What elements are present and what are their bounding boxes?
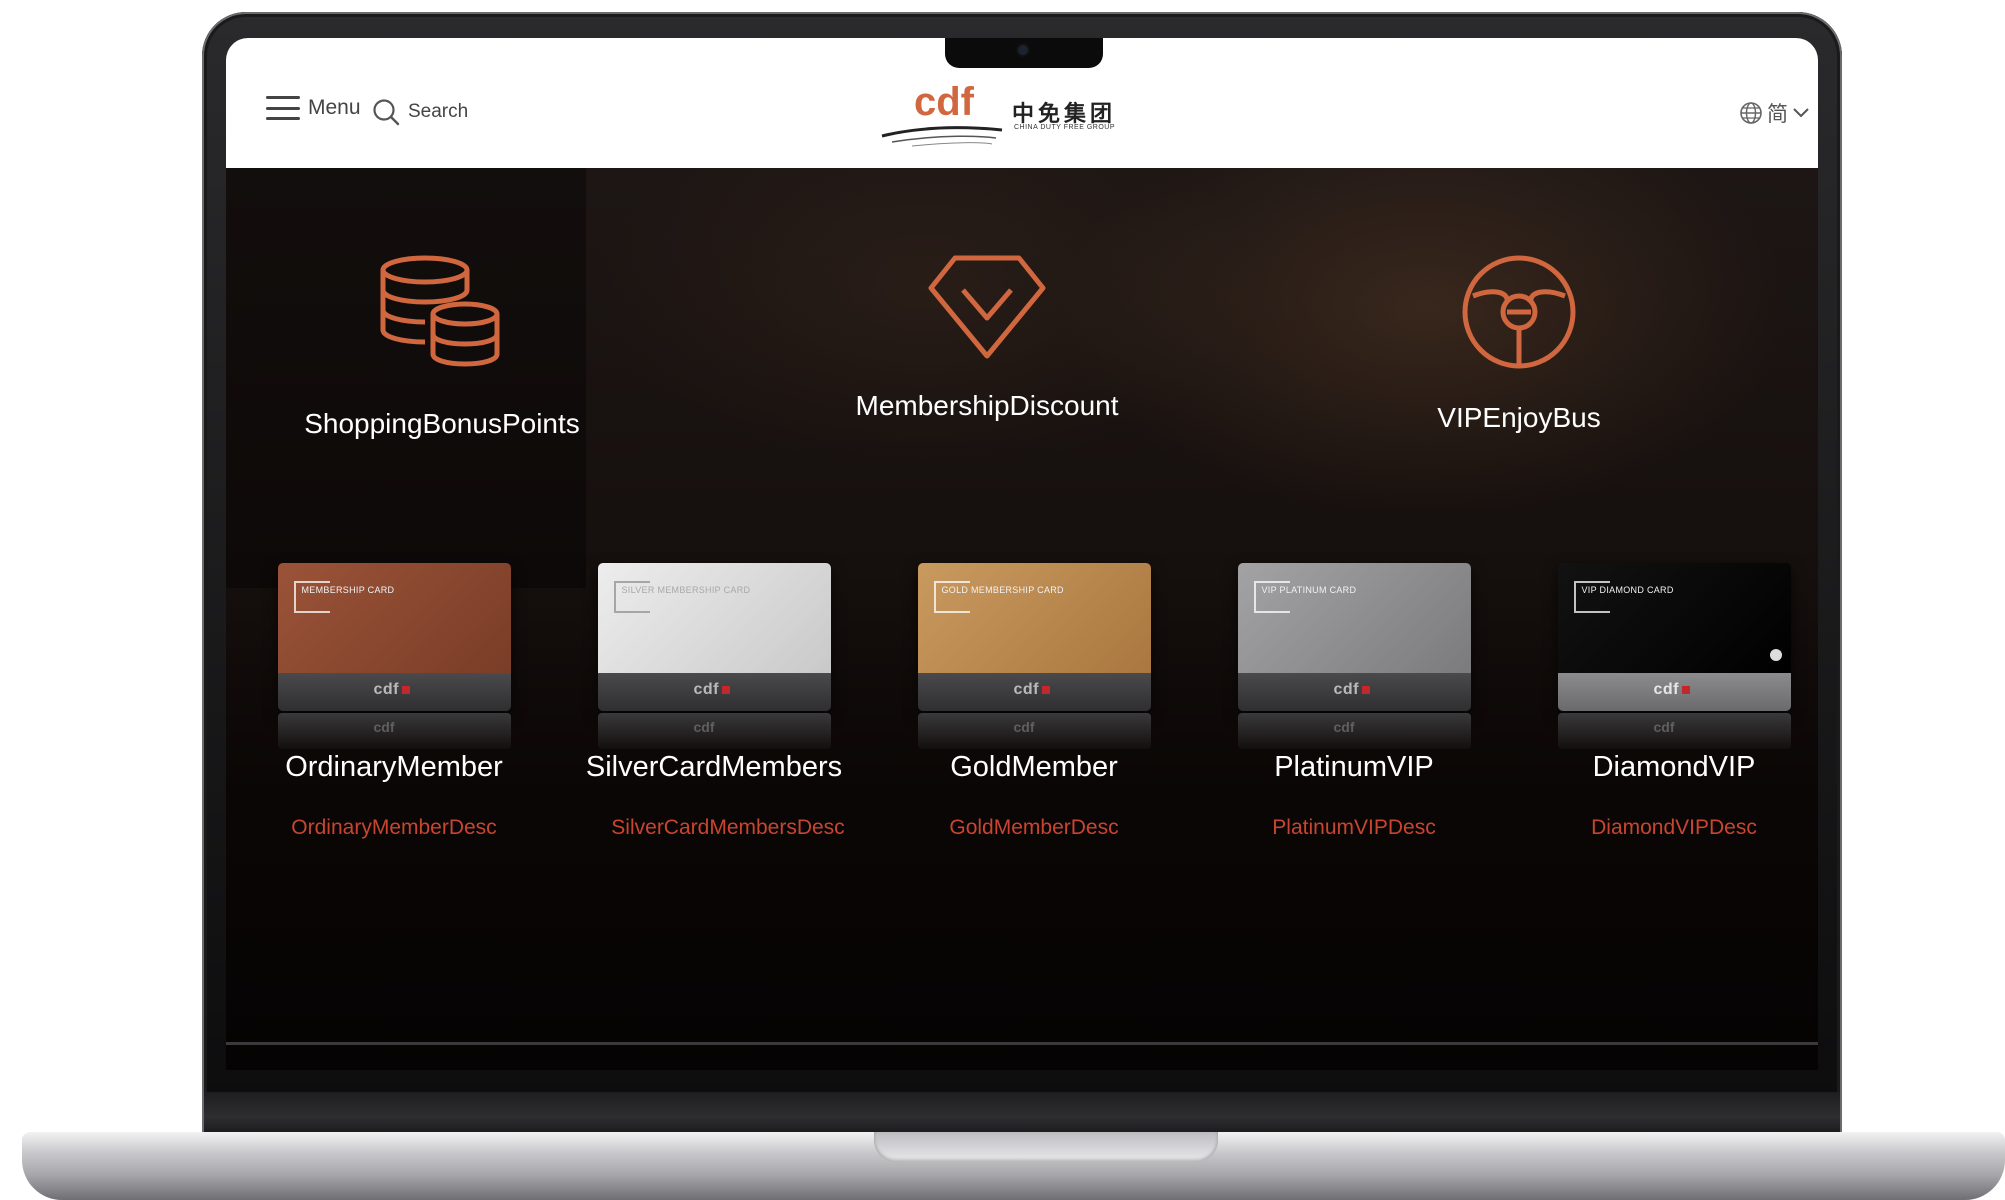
language-selector[interactable]: 简 [1739,98,1810,128]
benefit-label: MembershipDiscount [855,390,1119,421]
camera-notch [945,38,1103,68]
membership-card: VIP PLATINUM CARD cdf [1237,563,1471,711]
tier-ordinary-member[interactable]: MEMBERSHIP CARD cdf cdf OrdinaryMember O… [246,563,542,840]
card-reflection: cdf [277,713,511,749]
laptop-opening-notch [874,1132,1218,1162]
tier-description[interactable]: OrdinaryMemberDesc [246,816,542,840]
hamburger-icon [266,96,300,120]
steering-wheel-icon [1462,255,1576,369]
card-title: SILVER MEMBERSHIP CARD [621,585,751,595]
card-title: VIP PLATINUM CARD [1261,585,1357,595]
globe-icon [1740,102,1762,124]
card-reflection: cdf [917,713,1151,749]
card-brand: cdf [694,681,730,699]
card-title: VIP DIAMOND CARD [1581,585,1674,595]
card-chip-dot [1769,649,1782,661]
membership-card: MEMBERSHIP CARD cdf [277,563,511,711]
logo-english: CHINA DUTY FREE GROUP [1014,124,1115,131]
tier-gold-member[interactable]: GOLD MEMBERSHIP CARD cdf cdf GoldMember … [886,563,1182,840]
card-brand: cdf [1654,681,1690,699]
card-brand: cdf [1014,681,1050,699]
chevron-down-icon [1793,108,1809,118]
tier-silver-card-members[interactable]: SILVER MEMBERSHIP CARD cdf cdf SilverCar… [566,563,862,840]
camera-icon [1018,45,1028,55]
membership-card: GOLD MEMBERSHIP CARD cdf [917,563,1151,711]
card-reflection: cdf [597,713,831,749]
card-title: MEMBERSHIP CARD [301,585,395,595]
tier-name: DiamondVIP [1592,751,1756,783]
laptop-bottom-bezel [204,1092,1840,1134]
benefit-membership-discount[interactable]: MembershipDiscount [787,252,1187,422]
tier-description[interactable]: GoldMemberDesc [886,816,1182,840]
membership-card: VIP DIAMOND CARD cdf [1557,563,1791,711]
search-button[interactable]: Search [372,98,468,126]
logo-text: cdf [914,80,974,124]
tier-description[interactable]: PlatinumVIPDesc [1206,816,1502,840]
screen: Menu Search cdf 中免集团 CHINA DUTY FREE GRO… [226,38,1818,1070]
card-reflection: cdf [1237,713,1471,749]
tier-name: GoldMember [950,751,1118,783]
tier-description[interactable]: DiamondVIPDesc [1526,816,1818,840]
benefit-shopping-points[interactable]: ShoppingBonusPoints [242,252,642,440]
language-label: 简 [1767,103,1788,126]
card-brand: cdf [374,681,410,699]
cdf-logo[interactable]: cdf 中免集团 CHINA DUTY FREE GROUP [872,80,1132,154]
coins-stack-icon [380,255,500,367]
membership-card: SILVER MEMBERSHIP CARD cdf [597,563,831,711]
menu-button[interactable]: Menu [266,96,361,120]
search-label: Search [408,101,469,122]
tier-name: PlatinumVIP [1274,751,1434,783]
benefit-label: VIPEnjoyBus [1437,402,1601,433]
tier-platinum-vip[interactable]: VIP PLATINUM CARD cdf cdf PlatinumVIP Pl… [1206,563,1502,840]
laptop-base [22,1132,2005,1200]
menu-label: Menu [308,96,361,119]
tier-name: SilverCardMembers [585,751,843,783]
benefit-vip-bus[interactable]: VIPEnjoyBus [1319,252,1719,434]
screen-divider [226,1042,1818,1045]
tier-diamond-vip[interactable]: VIP DIAMOND CARD cdf cdf DiamondVIP Diam… [1526,563,1818,840]
card-brand: cdf [1334,681,1370,699]
benefit-label: ShoppingBonusPoints [304,408,580,439]
tier-description[interactable]: SilverCardMembersDesc [594,816,862,840]
diamond-check-icon [928,255,1046,359]
tier-name: OrdinaryMember [285,751,503,783]
search-icon [373,99,400,126]
card-title: GOLD MEMBERSHIP CARD [941,585,1064,595]
card-reflection: cdf [1557,713,1791,749]
